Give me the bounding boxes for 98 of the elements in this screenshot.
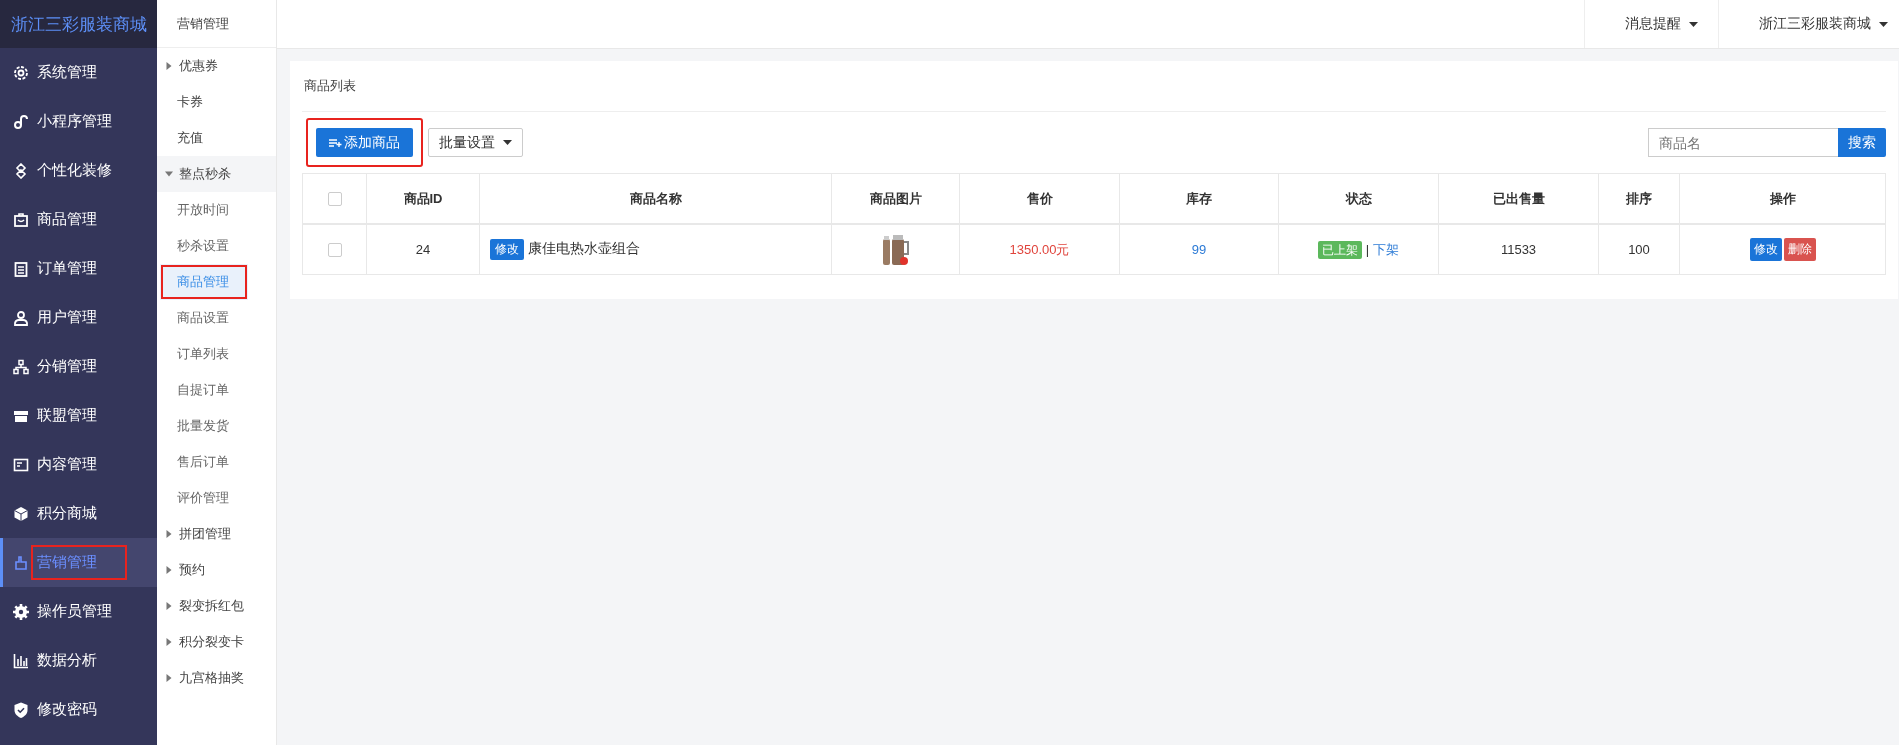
edit-tag[interactable]: 修改 [490,239,524,260]
sidebar-item-label: 内容管理 [36,454,98,474]
column-header: 状态 [1278,173,1439,224]
caret-right-icon [165,62,173,70]
caret-right-icon [165,674,173,682]
batch-settings-dropdown[interactable]: 批量设置 [428,128,523,157]
shield-icon [13,701,29,718]
caret-right-icon [165,638,173,646]
sidebar-item-label: 分销管理 [36,356,98,376]
clipboard-icon [13,260,29,277]
bar-chart-icon [13,652,29,669]
unlist-link[interactable]: 下架 [1373,241,1400,257]
sidebar-item[interactable]: 修改密码 [0,685,157,734]
submenu-group[interactable]: 优惠券 [157,48,276,84]
submenu-group[interactable]: 裂变拆红包 [157,588,276,624]
column-header: 排序 [1598,173,1680,224]
sidebar-item-label: 个性化装修 [36,160,113,180]
submenu-group[interactable]: 积分裂变卡 [157,624,276,660]
submenu-group[interactable]: 整点秒杀 [157,156,276,192]
sidebar-item[interactable]: 用户管理 [0,293,157,342]
sidebar-item-label: 系统管理 [36,62,98,82]
submenu-item[interactable]: 充值 [157,120,276,156]
sidebar-item-label: 营销管理 [33,547,125,578]
submenu-title: 营销管理 [157,0,276,48]
search-field[interactable]: 商品名 [1648,128,1838,157]
diamond-icon [13,162,29,179]
sidebar-item[interactable]: 订单管理 [0,244,157,293]
cube-icon [13,505,29,522]
column-header: 商品名称 [479,173,832,224]
submenu-group[interactable]: 预约 [157,552,276,588]
sidebar-item-label: 订单管理 [36,258,98,278]
table-cell: 100 [1598,224,1680,275]
column-header: 售价 [959,173,1120,224]
row-checkbox[interactable] [327,243,342,258]
column-header: 商品ID [366,173,480,224]
user-icon [13,309,29,326]
sidebar-item[interactable]: 系统管理 [0,48,157,97]
layout-icon [13,456,29,473]
submenu-item[interactable]: 开放时间 [157,192,276,228]
sidebar-item[interactable]: 个性化装修 [0,146,157,195]
caret-icon [503,140,512,145]
sidebar-item[interactable]: 商品管理 [0,195,157,244]
select-all-checkbox[interactable] [327,192,342,207]
sidebar-item-label: 修改密码 [36,699,98,719]
caret-icon [1879,21,1888,27]
status-badge: 已上架 [1317,240,1362,259]
search-button[interactable]: 搜索 [1838,128,1886,157]
product-name: 康佳电热水壶组合 [528,240,640,256]
caret-right-icon [165,566,173,574]
sidebar-item[interactable]: 内容管理 [0,440,157,489]
column-header: 操作 [1679,173,1886,224]
sidebar-item[interactable]: 积分商城 [0,489,157,538]
add-product-button[interactable]: 添加商品 [316,128,413,157]
sidebar-item-label: 数据分析 [36,650,98,670]
submenu-item[interactable]: 批量发货 [157,408,276,444]
submenu-item[interactable]: 售后订单 [157,444,276,480]
submenu-item[interactable]: 秒杀设置 [157,228,276,264]
sidebar-item-label: 小程序管理 [36,111,113,131]
table-cell: 11533 [1438,224,1599,275]
separator-text: | [1365,241,1370,257]
submenu-item[interactable]: 商品设置 [157,300,276,336]
submenu-group[interactable]: 九宫格抽奖 [157,660,276,696]
table-cell: 1350.00元 [959,224,1120,275]
sidebar-item-label: 用户管理 [36,307,98,327]
hierarchy-icon [13,358,29,375]
submenu-item[interactable]: 卡券 [157,84,276,120]
column-header: 库存 [1119,173,1279,224]
sidebar-item[interactable]: 数据分析 [0,636,157,685]
panel-title: 商品列表 [302,61,1886,112]
sidebar-item-label: 联盟管理 [36,405,98,425]
bottles-drawing [880,232,911,267]
submenu-item[interactable]: 评价管理 [157,480,276,516]
sidebar-item-label: 操作员管理 [36,601,113,621]
gear-icon [13,603,29,620]
edit-button[interactable]: 修改 [1749,238,1782,261]
caret-right-icon [165,602,173,610]
sidebar-item-label: 商品管理 [36,209,98,229]
caret-icon [1689,21,1698,27]
caret-right-icon [165,530,173,538]
list-add-icon [329,137,342,148]
sidebar-item[interactable]: 操作员管理 [0,587,157,636]
brand-logo-text: 浙江三彩服装商城 [0,0,157,48]
column-header: 商品图片 [831,173,960,224]
submenu-item[interactable]: 自提订单 [157,372,276,408]
link-icon [13,113,29,130]
caret-down-icon [165,170,173,178]
submenu-item[interactable]: 订单列表 [157,336,276,372]
sidebar-item[interactable]: 联盟管理 [0,391,157,440]
gear-icon [13,64,29,81]
column-header: 已出售量 [1438,173,1599,224]
sidebar-item[interactable]: 分销管理 [0,342,157,391]
submenu-group[interactable]: 拼团管理 [157,516,276,552]
sidebar-item-label: 积分商城 [36,503,98,523]
table-cell: 99 [1119,224,1279,275]
table-cell: 24 [366,224,480,275]
delete-button[interactable]: 删除 [1783,238,1816,261]
bag-icon [13,211,29,228]
sidebar-item[interactable]: 小程序管理 [0,97,157,146]
